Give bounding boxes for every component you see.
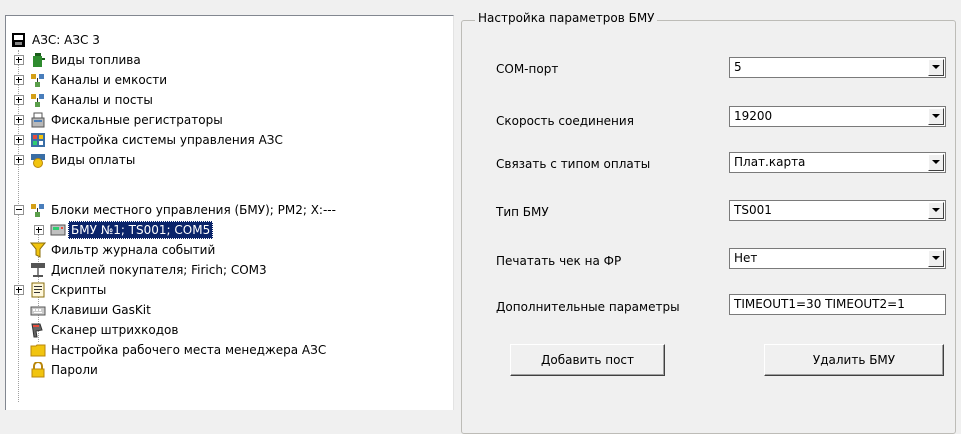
payment-type-select[interactable]: Плат.карта [729,152,946,173]
print-receipt-select[interactable]: Нет [729,248,946,269]
chevron-down-icon[interactable] [928,250,944,267]
tree-item-label: Дисплей покупателя; Firich; COM3 [51,263,267,277]
chevron-down-icon[interactable] [928,202,944,219]
tree-item-label: Каналы и посты [51,93,153,107]
extra-params-input[interactable]: TIMEOUT1=30 TIMEOUT2=1 [729,294,946,315]
network-icon [31,74,44,87]
network-icon [31,94,44,107]
payment-type-value: Плат.карта [734,155,806,169]
tree-item-label: Клавиши GasKit [51,303,151,317]
extra-params-value: TIMEOUT1=30 TIMEOUT2=1 [734,297,905,311]
print-receipt-value: Нет [734,251,758,265]
tree-item-label: Каналы и емкости [51,73,168,87]
expand-icon[interactable] [14,115,24,125]
chevron-down-icon[interactable] [928,59,944,76]
bmu-type-label: Тип БМУ [496,205,549,219]
bmu-type-value: TS001 [734,203,772,217]
tree-item-event-filter[interactable]: Фильтр журнала событий [6,240,446,260]
expand-icon[interactable] [14,135,24,145]
station-icon [12,33,25,47]
group-title: Настройка параметров БМУ [475,11,658,25]
tree-item-control-system[interactable]: Настройка системы управления АЗС [6,130,446,150]
expand-icon[interactable] [14,75,24,85]
tree-item-manager-workplace[interactable]: Настройка рабочего места менеджера АЗС [6,340,446,360]
keyboard-icon [30,306,46,316]
extra-params-label: Дополнительные параметры [496,300,680,314]
cash-register-icon [31,112,45,128]
device-icon [50,224,66,236]
display-icon [31,263,45,277]
payment-icon [31,154,45,168]
expand-icon[interactable] [14,95,24,105]
tree-item-label: БМУ №1; TS001; COM5 [68,221,214,239]
network-icon [31,204,44,217]
tree-item-channels-posts[interactable]: Каналы и посты [6,90,446,110]
com-port-select[interactable]: 5 [729,57,946,78]
expand-icon[interactable] [14,55,24,65]
tree-item-fuel-types[interactable]: Виды топлива [6,50,446,70]
tree-item-label: АЗС: АЗС 3 [32,33,100,47]
tree-item-label: Виды оплаты [51,153,136,167]
bmu-type-select[interactable]: TS001 [729,200,946,221]
tree-item-label: Скрипты [51,283,107,297]
control-panel-icon [31,133,45,147]
lock-icon [31,362,45,378]
tree-item-channels-tanks[interactable]: Каналы и емкости [6,70,446,90]
barcode-scanner-icon [31,323,43,338]
tree-item-label: Настройка рабочего места менеджера АЗС [51,343,327,357]
tree-item-label: Пароли [51,363,98,377]
tree-item-scripts[interactable]: Скрипты [6,280,446,300]
tree-item-fiscal-registers[interactable]: Фискальные регистраторы [6,110,446,130]
tree-item-passwords[interactable]: Пароли [6,360,446,380]
expand-icon[interactable] [14,155,24,165]
tree-item-label: Виды топлива [51,53,141,67]
speed-select[interactable]: 19200 [729,106,946,127]
folder-icon [30,344,46,357]
tree-item-station[interactable]: АЗС: АЗС 3 [6,30,446,50]
tree-item-barcode-scanner[interactable]: Сканер штрихкодов [6,320,446,340]
tree-view[interactable]: АЗС: АЗС 3 Виды топлива Каналы и емкости… [5,15,454,410]
tree-item-label: Блоки местного управления (БМУ); РМ2; Х:… [51,203,336,217]
add-post-button[interactable]: Добавить пост [510,344,665,376]
tree-item-label: Фильтр журнала событий [51,243,216,257]
tree-item-label: Сканер штрихкодов [51,323,179,337]
chevron-down-icon[interactable] [928,154,944,171]
tree-item-payment-types[interactable]: Виды оплаты [6,150,446,170]
expand-icon[interactable] [14,285,24,295]
tree-item-gaskit-keys[interactable]: Клавиши GasKit [6,300,446,320]
speed-label: Скорость соединения [496,114,634,128]
filter-icon [30,242,46,258]
script-icon [31,282,45,298]
tree-item-label: Настройка системы управления АЗС [51,133,283,147]
speed-value: 19200 [734,109,773,123]
tree-item-customer-display[interactable]: Дисплей покупателя; Firich; COM3 [6,260,446,280]
tree-item-bmu-1[interactable]: БМУ №1; TS001; COM5 [6,220,446,240]
com-port-label: COM-порт [496,62,559,76]
tree-item-bmu-blocks[interactable]: Блоки местного управления (БМУ); РМ2; Х:… [6,200,446,220]
tree-item-label: Фискальные регистраторы [51,113,223,127]
chevron-down-icon[interactable] [928,108,944,125]
fuel-can-icon [33,53,45,67]
com-port-value: 5 [734,60,742,74]
delete-bmu-button[interactable]: Удалить БМУ [764,344,944,376]
expand-icon[interactable] [34,225,44,235]
collapse-icon[interactable] [14,205,24,215]
print-receipt-label: Печатать чек на ФР [496,254,622,268]
payment-type-label: Связать с типом оплаты [496,157,651,171]
